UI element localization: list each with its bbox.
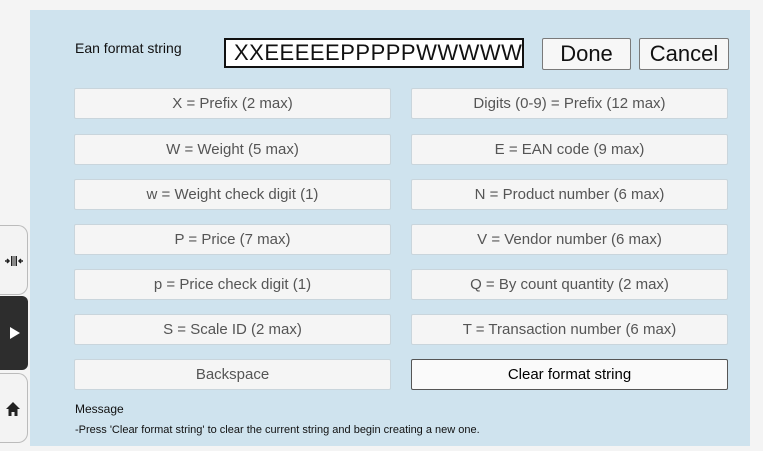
backspace-button[interactable]: Backspace <box>74 359 391 390</box>
product-number-button[interactable]: N = Product number (6 max) <box>411 179 728 210</box>
weight-w-button[interactable]: W = Weight (5 max) <box>74 134 391 165</box>
ean-code-button[interactable]: E = EAN code (9 max) <box>411 134 728 165</box>
vendor-number-button[interactable]: V = Vendor number (6 max) <box>411 224 728 255</box>
weight-check-digit-button[interactable]: w = Weight check digit (1) <box>74 179 391 210</box>
clear-format-string-button[interactable]: Clear format string <box>411 359 728 390</box>
scale-id-button[interactable]: S = Scale ID (2 max) <box>74 314 391 345</box>
transaction-number-button[interactable]: T = Transaction number (6 max) <box>411 314 728 345</box>
cancel-button[interactable]: Cancel <box>639 38 729 70</box>
format-string-display[interactable]: XXEEEEEPPPPPWWWWWW <box>224 38 524 68</box>
format-panel: Ean format string XXEEEEEPPPPPWWWWWW Don… <box>30 10 750 446</box>
page-title: Ean format string <box>75 40 182 56</box>
dock-scan-tab[interactable] <box>0 225 28 295</box>
done-button[interactable]: Done <box>542 38 631 70</box>
price-p-button[interactable]: P = Price (7 max) <box>74 224 391 255</box>
home-icon <box>6 402 20 416</box>
play-icon <box>10 327 20 339</box>
dock-home-tab[interactable] <box>0 373 28 443</box>
message-text: -Press 'Clear format string' to clear th… <box>75 424 480 436</box>
prefix-x-button[interactable]: X = Prefix (2 max) <box>74 88 391 119</box>
digits-prefix-button[interactable]: Digits (0-9) = Prefix (12 max) <box>411 88 728 119</box>
count-quantity-button[interactable]: Q = By count quantity (2 max) <box>411 269 728 300</box>
price-check-digit-button[interactable]: p = Price check digit (1) <box>74 269 391 300</box>
barcode-scan-icon <box>5 256 23 266</box>
message-label: Message <box>75 402 124 416</box>
dock-play-tab[interactable] <box>0 296 28 370</box>
